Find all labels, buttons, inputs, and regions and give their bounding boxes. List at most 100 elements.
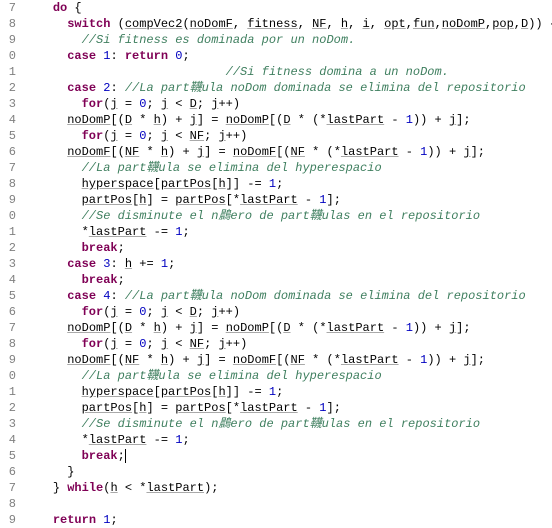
code-line[interactable]: return 1; xyxy=(24,512,552,528)
token: ; xyxy=(146,305,160,319)
token-num: 1 xyxy=(319,401,326,415)
line-number: 6 xyxy=(0,464,16,480)
token-id: fun xyxy=(413,17,435,31)
token: , xyxy=(514,17,521,31)
token-num: 1 xyxy=(406,321,413,335)
token: < * xyxy=(118,481,147,495)
token: ] = xyxy=(146,193,175,207)
token-id: lastPart xyxy=(327,113,385,127)
code-line[interactable]: for(j = 0; j < NF; j++) xyxy=(24,336,552,352)
code-line[interactable]: } xyxy=(24,464,552,480)
code-line[interactable] xyxy=(24,496,552,512)
token-id: partPos xyxy=(175,401,225,415)
token: += xyxy=(132,257,161,271)
token-cm: //Si fitness es dominada por un noDom. xyxy=(82,33,356,47)
token: , xyxy=(327,17,341,31)
code-line[interactable]: for(j = 0; j < NF; j++) xyxy=(24,128,552,144)
token-id: lastPart xyxy=(341,145,399,159)
token: ; xyxy=(168,257,175,271)
token-id: pop xyxy=(492,17,514,31)
token-num: 1 xyxy=(319,193,326,207)
code-line[interactable]: case 1: return 0; xyxy=(24,48,552,64)
token: -= xyxy=(146,225,175,239)
line-number: 8 xyxy=(0,16,16,32)
code-line[interactable]: *lastPart -= 1; xyxy=(24,432,552,448)
code-line[interactable]: do { xyxy=(24,0,552,16)
code-line[interactable]: noDomP[(D * h) + j] = noDomP[(D * (*last… xyxy=(24,112,552,128)
line-number: 0 xyxy=(0,208,16,224)
code-line[interactable]: case 3: h += 1; xyxy=(24,256,552,272)
token: : xyxy=(110,289,124,303)
token: ] = xyxy=(204,145,233,159)
token-id: lastPart xyxy=(146,481,204,495)
token: < xyxy=(168,129,190,143)
token: ; xyxy=(118,273,125,287)
line-number: 1 xyxy=(0,384,16,400)
token: [ xyxy=(154,177,161,191)
code-line[interactable]: break; xyxy=(24,448,552,464)
token: [ xyxy=(154,385,161,399)
code-line[interactable]: //Se disminute el n鷐ero de part韈ulas en … xyxy=(24,208,552,224)
token: : xyxy=(110,49,124,63)
token-id: partPos xyxy=(82,401,132,415)
token-kw: do xyxy=(53,1,67,15)
token: ; xyxy=(276,385,283,399)
token-id: NF xyxy=(190,129,204,143)
code-line[interactable]: //Se disminute el n鷐ero de part韈ulas en … xyxy=(24,416,552,432)
token-cm: //La part韈ula noDom dominada se elimina … xyxy=(125,81,526,95)
token-id: j xyxy=(463,353,470,367)
token: ]] -= xyxy=(226,177,269,191)
token-cm: //Se disminute el n鷐ero de part韈ulas en … xyxy=(82,209,480,223)
token: ) + xyxy=(168,145,197,159)
code-line[interactable]: break; xyxy=(24,240,552,256)
code-line[interactable]: switch (compVec2(noDomF, fitness, NF, h,… xyxy=(24,16,552,32)
token: ; xyxy=(197,305,211,319)
token: - xyxy=(298,401,320,415)
code-line[interactable]: //La part韈ula se elimina del hyperespaci… xyxy=(24,368,552,384)
token-id: D xyxy=(283,321,290,335)
code-line[interactable]: hyperspace[partPos[h]] -= 1; xyxy=(24,176,552,192)
code-line[interactable]: partPos[h] = partPos[*lastPart - 1]; xyxy=(24,400,552,416)
token: = xyxy=(118,337,140,351)
token: - xyxy=(298,193,320,207)
code-line[interactable]: for(j = 0; j < D; j++) xyxy=(24,96,552,112)
code-line[interactable]: //Si fitness domina a un noDom. xyxy=(24,64,552,80)
token: ]; xyxy=(471,353,485,367)
code-line[interactable]: noDomP[(D * h) + j] = noDomP[(D * (*last… xyxy=(24,320,552,336)
code-line[interactable]: partPos[h] = partPos[*lastPart - 1]; xyxy=(24,192,552,208)
code-line[interactable]: hyperspace[partPos[h]] -= 1; xyxy=(24,384,552,400)
token-id: NF xyxy=(125,353,139,367)
token: * (* xyxy=(291,113,327,127)
code-line[interactable]: for(j = 0; j < D; j++) xyxy=(24,304,552,320)
token-id: j xyxy=(161,129,168,143)
code-line[interactable]: case 4: //La part韈ula noDom dominada se … xyxy=(24,288,552,304)
token: [( xyxy=(276,353,290,367)
code-line[interactable]: *lastPart -= 1; xyxy=(24,224,552,240)
token-num: 1 xyxy=(269,177,276,191)
token-kw: case xyxy=(67,257,96,271)
code-line[interactable]: break; xyxy=(24,272,552,288)
line-number: 8 xyxy=(0,496,16,512)
code-editor[interactable]: 789012345678901234567890123456789 do { s… xyxy=(0,0,552,528)
token: ]; xyxy=(471,145,485,159)
code-area[interactable]: do { switch (compVec2(noDomF, fitness, N… xyxy=(20,0,552,528)
line-number: 9 xyxy=(0,192,16,208)
code-line[interactable]: } while(h < *lastPart); xyxy=(24,480,552,496)
code-line[interactable]: noDomF[(NF * h) + j] = noDomF[(NF * (*la… xyxy=(24,352,552,368)
line-number-gutter: 789012345678901234567890123456789 xyxy=(0,0,20,528)
code-line[interactable]: //Si fitness es dominada por un noDom. xyxy=(24,32,552,48)
token: ( xyxy=(182,17,189,31)
code-line[interactable]: noDomF[(NF * h) + j] = noDomF[(NF * (*la… xyxy=(24,144,552,160)
token: * xyxy=(139,145,161,159)
token: < xyxy=(168,305,190,319)
token: - xyxy=(399,353,421,367)
token: ] = xyxy=(204,353,233,367)
token: * xyxy=(132,113,154,127)
token-id: h xyxy=(154,113,161,127)
token-cm: //Se disminute el n鷐ero de part韈ulas en … xyxy=(82,417,480,431)
token: < xyxy=(168,337,190,351)
code-line[interactable]: case 2: //La part韈ula noDom dominada se … xyxy=(24,80,552,96)
token: [( xyxy=(269,321,283,335)
code-line[interactable]: //La part韈ula se elimina del hyperespaci… xyxy=(24,160,552,176)
token: : xyxy=(110,257,124,271)
